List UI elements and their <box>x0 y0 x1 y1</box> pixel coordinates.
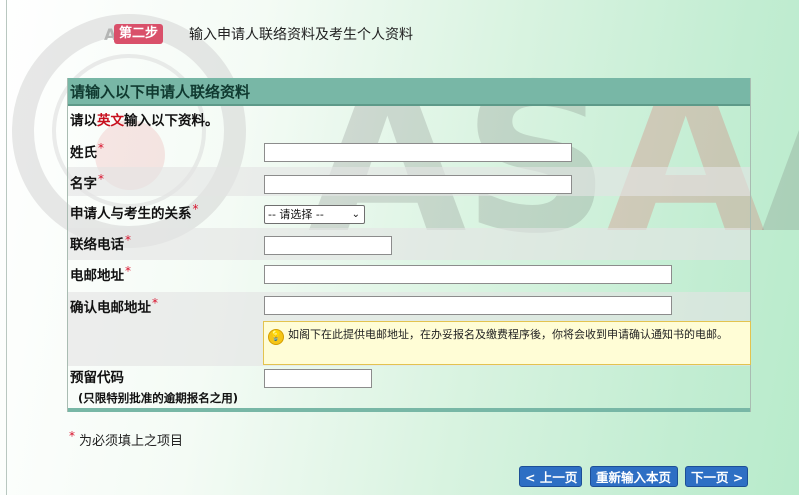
english-highlight: 英文 <box>97 113 124 129</box>
phone-field[interactable] <box>264 236 392 255</box>
instruction-note: 请以英文输入以下资料。 <box>70 113 219 129</box>
panel-footer-bar <box>68 408 750 412</box>
email-row: 电邮地址* <box>68 260 750 292</box>
reserve-code-row: 预留代码 (只限特别批准的逾期报名之用) <box>68 366 750 408</box>
panel-header: 请输入以下申请人联络资料 <box>68 78 750 106</box>
next-page-button[interactable]: 下一页 > <box>685 466 748 487</box>
email-field[interactable] <box>264 265 672 284</box>
confirm-email-field[interactable] <box>264 296 672 315</box>
contact-form-panel: 请输入以下申请人联络资料 请以英文输入以下资料。 姓氏* 名字* 申请人与考生的… <box>67 78 751 412</box>
surname-label: 姓氏* <box>70 141 104 161</box>
prev-page-button[interactable]: < 上一页 <box>519 466 582 487</box>
reset-page-button[interactable]: 重新输入本页 <box>590 466 678 487</box>
given-name-field[interactable] <box>264 175 572 194</box>
reserve-code-field[interactable] <box>264 369 372 388</box>
surname-field[interactable] <box>264 143 572 162</box>
relationship-select[interactable]: -- 请选择 -- ⌄ <box>264 205 365 224</box>
given-name-label: 名字* <box>70 172 104 192</box>
reserve-code-sublabel: (只限特别批准的逾期报名之用) <box>78 391 239 405</box>
confirm-email-label: 确认电邮地址* <box>70 296 158 316</box>
chevron-down-icon: ⌄ <box>351 209 360 220</box>
panel-title: 请输入以下申请人联络资料 <box>70 83 251 101</box>
page-left-border <box>6 0 7 495</box>
lightbulb-icon: 💡 <box>268 329 284 345</box>
email-tip-text: 如阁下在此提供电邮地址，在办妥报名及缴费程序後，你将会收到申请确认通知书的电邮。 <box>288 328 728 341</box>
required-footnote: * 为必须填上之项目 <box>69 429 184 449</box>
email-label: 电邮地址* <box>70 264 131 284</box>
surname-row: 姓氏* <box>68 136 750 167</box>
instruction-row: 请以英文输入以下资料。 <box>68 106 750 133</box>
relationship-row: 申请人与考生的关系* -- 请选择 -- ⌄ <box>68 196 750 228</box>
reserve-code-label: 预留代码 <box>70 370 124 386</box>
email-tip-box: 💡 如阁下在此提供电邮地址，在办妥报名及缴费程序後，你将会收到申请确认通知书的电… <box>263 321 751 365</box>
step-title: 输入申请人联络资料及考生个人资料 <box>189 27 413 43</box>
phone-label: 联络电话* <box>70 233 131 253</box>
given-name-row: 名字* <box>68 167 750 196</box>
phone-row: 联络电话* <box>68 228 750 260</box>
step-badge: 第二步 <box>114 24 164 44</box>
relationship-label: 申请人与考生的关系* <box>70 202 199 222</box>
